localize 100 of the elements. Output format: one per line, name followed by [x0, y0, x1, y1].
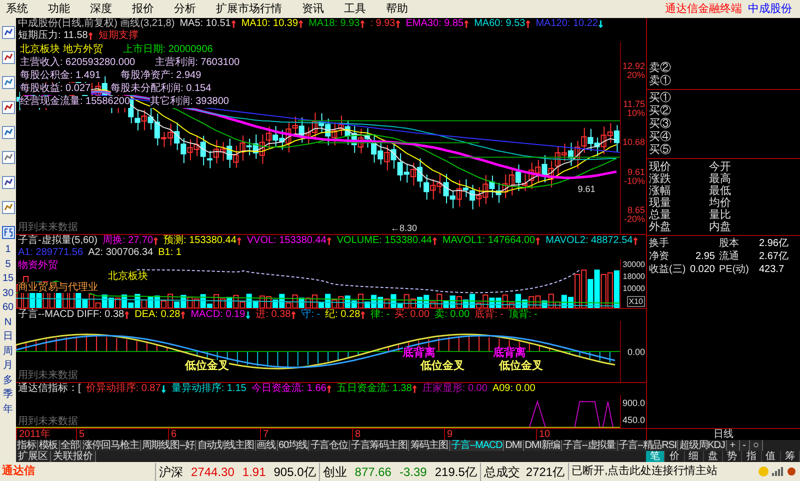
price-axis-label: 11.75 — [623, 100, 645, 110]
percent-axis-label: -10% — [624, 176, 645, 186]
stat-value: 2.67亿 — [759, 250, 788, 263]
period-label: 日线 — [714, 429, 734, 440]
menu-item[interactable]: 资讯 — [302, 0, 324, 18]
zoom-button[interactable]: - — [740, 440, 750, 451]
area-tab[interactable]: 扩展区 — [16, 451, 51, 462]
toolbar-icon[interactable] — [2, 176, 14, 189]
unit-label: X10 — [626, 296, 645, 307]
menu-item[interactable]: 报价 — [132, 0, 154, 18]
indicator-value: 纪: 0.28 — [325, 309, 360, 321]
quote-label: 总量 — [649, 209, 672, 221]
stat-value: 2.95 — [696, 251, 715, 262]
trend-arrow: ↑ — [632, 235, 638, 247]
toolbar-icon[interactable] — [2, 76, 14, 89]
trend-arrow: ↑ — [298, 18, 304, 30]
trend-arrow: ↓ — [245, 309, 251, 321]
indicator-tab[interactable]: 指标 — [16, 440, 38, 451]
quote-label: 均价 — [709, 197, 731, 209]
indicator-value: 律: - — [370, 309, 390, 321]
period-button[interactable]: 年 — [3, 402, 13, 417]
period-button[interactable]: 日 — [3, 330, 13, 344]
indicator-tab[interactable]: 60均线 — [278, 440, 310, 451]
indicator-tab[interactable]: 筹码主图 — [409, 440, 450, 451]
trend-arrow: ↑ — [326, 383, 332, 395]
toolbar-icon[interactable] — [2, 126, 14, 139]
sector-text: 北京板块 — [108, 271, 148, 282]
indicator-tab[interactable]: 涨停回马枪主 — [81, 440, 141, 451]
menu-item[interactable]: 功能 — [48, 0, 70, 18]
indicator-tab[interactable]: 子言--精品RSI — [618, 440, 678, 451]
toolbar-icon[interactable] — [2, 226, 14, 239]
side-tab[interactable]: 细 — [684, 451, 704, 462]
signal-icon[interactable] — [772, 466, 783, 477]
percent-axis-label: 20% — [626, 71, 645, 80]
stock-info-text: 其它利润: 393800 — [150, 96, 229, 108]
toolbar-icon[interactable] — [2, 26, 14, 39]
period-button[interactable]: 5 — [5, 258, 11, 272]
indicator-value: MA60: 9.53 — [474, 18, 526, 30]
area-tab[interactable]: 关联报价 — [51, 451, 96, 462]
indicator-tab[interactable]: 超级周KDJ — [678, 440, 727, 451]
connection-message[interactable]: 已断开,点击此处连接行情主站 — [568, 463, 718, 480]
indicator-tab[interactable]: 模板 — [38, 440, 60, 451]
axis-label: 900.0 — [622, 398, 645, 408]
period-button[interactable]: 30 — [2, 286, 14, 301]
future-data-note: 用到未来数据 — [18, 222, 78, 233]
stat-value: 0.020 — [690, 264, 715, 275]
menu-item[interactable]: 帮助 — [386, 0, 408, 18]
turnover-value: 219.5亿 — [434, 464, 477, 480]
period-button[interactable]: 1 — [5, 243, 11, 258]
indicator-tab[interactable]: 周期线图--好 — [140, 440, 196, 451]
indicator-tab[interactable]: 子言仓位 — [309, 440, 350, 451]
sector-text: 商业贸易与代理业 — [18, 282, 98, 293]
signal-label: 低位金叉 — [499, 360, 544, 372]
menu-item[interactable]: 深度 — [90, 0, 112, 18]
indicator-value: 周换: 27.70 — [102, 235, 154, 247]
menu-item[interactable]: 扩展市场行情 — [216, 0, 282, 18]
indicator-tab[interactable]: 子言--MACD — [450, 440, 504, 451]
axis-label: 18000 — [622, 272, 645, 282]
indicator-value: 子言-虚拟量(5,60) — [18, 235, 98, 247]
indicator-tab[interactable]: 画线 — [256, 440, 278, 451]
menu-item[interactable]: 分析 — [174, 0, 196, 18]
quote-label: 量比 — [709, 209, 731, 221]
period-button[interactable]: 季 — [3, 388, 13, 402]
toolbar-icon[interactable] — [2, 101, 14, 114]
trend-arrow: ↑ — [535, 235, 541, 247]
zoom-button[interactable]: + — [726, 440, 740, 451]
indicator-tab[interactable]: 全部 — [60, 440, 82, 451]
period-button[interactable]: 15 — [2, 272, 14, 286]
indicator-tab[interactable]: 子言筹码主图 — [350, 440, 410, 451]
indicator-value: MA5: 10.51 — [180, 18, 231, 30]
indicator-tab[interactable]: 子言--虚拟量 — [562, 440, 618, 451]
indicator-value: 量异动排序: 1.15 — [171, 383, 246, 395]
toolbar-icon[interactable] — [2, 51, 14, 64]
indicator-tab[interactable]: DMI新编 — [524, 440, 562, 451]
side-tab[interactable]: 值 — [762, 451, 781, 462]
period-button[interactable]: N — [4, 316, 12, 330]
indicator-value: MACD: 0.19 — [190, 309, 246, 321]
stock-info-text: 北京板块 地方外贸 — [20, 44, 103, 56]
indicator-value: A09: 0.00 — [492, 383, 536, 395]
toolbar-icon[interactable] — [2, 151, 14, 164]
indicator-tab[interactable]: 自动划线主图 — [196, 440, 256, 451]
period-button[interactable]: 月 — [3, 359, 13, 374]
indicator-tab[interactable]: DMI — [504, 440, 524, 451]
trend-arrow: ↑ — [432, 235, 438, 247]
stat-value: 423.7 — [759, 263, 784, 276]
indicator-value: 守: - — [301, 309, 320, 321]
indicator-value: 庄家显形: 0.00 — [422, 383, 488, 395]
percent-axis-label: -20% — [624, 214, 645, 224]
period-button[interactable]: 多 — [3, 374, 13, 388]
period-button[interactable]: 60 — [2, 301, 14, 316]
indicator-value: 今日资金流: 1.66 — [251, 383, 326, 395]
dot-icon[interactable] — [786, 466, 797, 477]
menu-item[interactable]: 系统 — [6, 0, 28, 18]
low-price-marker: ←8.30 — [390, 223, 417, 233]
stock-info-text: 主营收入: 620593280.000 — [20, 57, 136, 69]
menu-item[interactable]: 工具 — [344, 0, 366, 18]
zoom-button[interactable]: ○ — [750, 440, 764, 451]
trend-arrow: ↑ — [412, 383, 418, 395]
turnover-value: 905.0亿 — [274, 464, 316, 480]
period-button[interactable]: 周 — [3, 344, 13, 359]
